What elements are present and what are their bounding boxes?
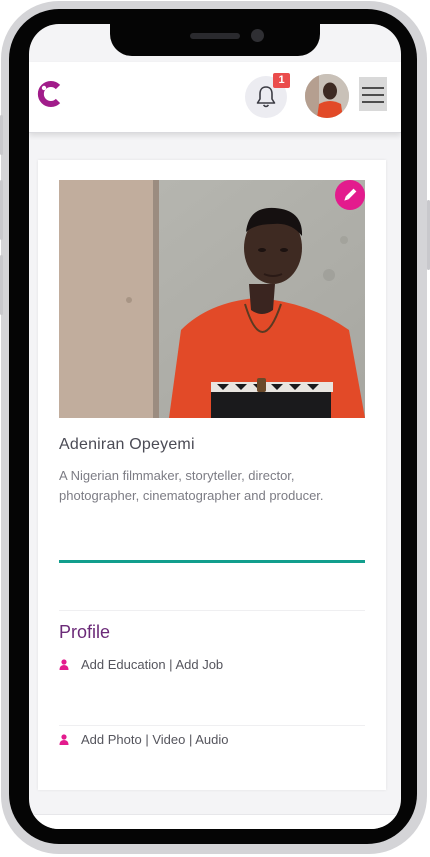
person-icon [59, 734, 69, 745]
avatar[interactable] [305, 74, 349, 118]
profile-card: Adeniran Opeyemi A Nigerian filmmaker, s… [38, 160, 386, 790]
pencil-icon [344, 188, 357, 201]
speaker-grille [190, 33, 240, 39]
person-icon [59, 659, 69, 670]
phone-notch [110, 24, 320, 56]
divider [59, 725, 365, 726]
app-header: 1 [29, 62, 401, 133]
hamburger-icon [362, 87, 384, 89]
avatar-image [305, 74, 349, 118]
edit-profile-button[interactable] [335, 180, 365, 210]
phone-screen: 1 Adeniran Opeyemi A Nigerian filmmaker,… [29, 24, 401, 829]
phone-side-button [0, 115, 3, 155]
accent-divider [59, 560, 365, 563]
bottom-bar [29, 814, 401, 829]
profile-name: Adeniran Opeyemi [59, 436, 195, 453]
phone-side-button [0, 180, 3, 240]
link-label: Add Photo | Video | Audio [81, 732, 229, 747]
divider [59, 610, 365, 611]
add-education-job-link[interactable]: Add Education | Add Job [59, 657, 223, 672]
notifications-button[interactable]: 1 [245, 73, 290, 118]
phone-side-button [0, 255, 3, 315]
profile-bio: A Nigerian filmmaker, storyteller, direc… [59, 468, 324, 503]
bell-icon [256, 86, 276, 108]
profile-photo [59, 180, 365, 418]
link-label: Add Education | Add Job [81, 657, 224, 672]
section-title: Profile [59, 622, 111, 642]
c-logo-icon[interactable] [37, 81, 63, 107]
front-camera [251, 29, 264, 42]
notification-count-badge: 1 [273, 73, 290, 88]
add-media-link[interactable]: Add Photo | Video | Audio [59, 732, 228, 747]
menu-button[interactable] [359, 77, 387, 111]
